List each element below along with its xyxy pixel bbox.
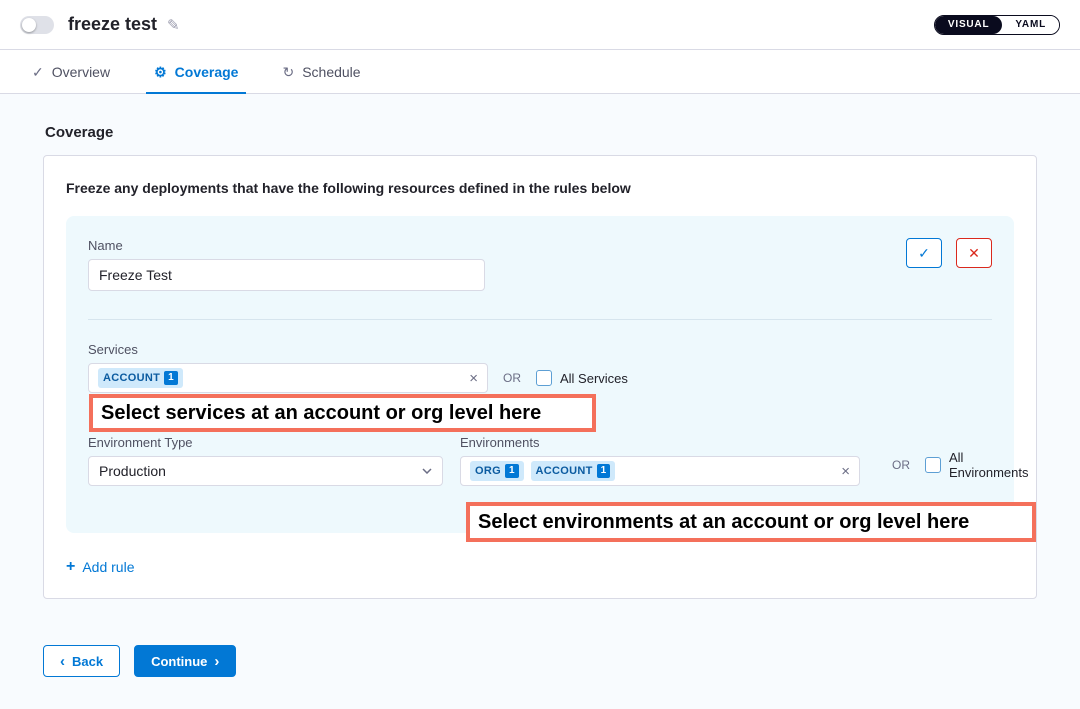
yaml-view-button[interactable]: YAML — [1002, 16, 1059, 34]
rule-name-input[interactable] — [88, 259, 485, 291]
services-label: Services — [88, 342, 992, 357]
tag-count-badge: 1 — [597, 464, 611, 478]
tag-count-badge: 1 — [164, 371, 178, 385]
environment-tag-account[interactable]: ACCOUNT 1 — [531, 461, 616, 481]
add-rule-label: Add rule — [82, 559, 134, 575]
tab-coverage[interactable]: ⚙ Coverage — [154, 50, 238, 93]
close-icon: ✕ — [968, 245, 980, 262]
chevron-left-icon: ‹ — [60, 654, 65, 669]
tab-overview-label: Overview — [52, 64, 110, 80]
environments-annotation: Select environments at an account or org… — [466, 502, 1036, 542]
tag-label: ACCOUNT — [536, 465, 593, 477]
tag-count-badge: 1 — [505, 464, 519, 478]
chevron-down-icon — [422, 468, 432, 474]
chevron-right-icon: › — [214, 654, 219, 669]
or-label: OR — [503, 371, 521, 385]
check-icon: ✓ — [32, 65, 44, 79]
card-heading: Freeze any deployments that have the fol… — [66, 180, 1014, 196]
freeze-enabled-toggle[interactable] — [20, 16, 54, 34]
continue-label: Continue — [151, 654, 207, 669]
visual-yaml-toggle: VISUAL YAML — [934, 15, 1060, 35]
back-label: Back — [72, 654, 103, 669]
back-button[interactable]: ‹ Back — [43, 645, 120, 677]
tab-schedule[interactable]: ↻ Schedule — [282, 50, 360, 93]
freeze-studio-page: freeze test ✎ VISUAL YAML ✓ Overview ⚙ C… — [0, 0, 1080, 709]
or-label: OR — [892, 458, 910, 472]
tag-label: ORG — [475, 465, 501, 477]
coverage-card: Freeze any deployments that have the fol… — [43, 155, 1037, 599]
top-bar: freeze test ✎ VISUAL YAML — [0, 0, 1080, 50]
add-rule-button[interactable]: + Add rule — [66, 559, 135, 575]
confirm-rule-button[interactable]: ✓ — [906, 238, 942, 268]
edit-title-icon[interactable]: ✎ — [167, 16, 180, 34]
section-title: Coverage — [45, 124, 1037, 141]
footer-actions: ‹ Back Continue › — [43, 645, 1037, 677]
rule-editor-panel: Name ✓ ✕ Services — [66, 216, 1014, 533]
coverage-content: Coverage Freeze any deployments that hav… — [0, 94, 1080, 709]
all-services-label: All Services — [560, 371, 628, 386]
environment-tag-org[interactable]: ORG 1 — [470, 461, 524, 481]
services-multiselect[interactable]: ACCOUNT 1 × — [88, 363, 488, 393]
environments-multiselect[interactable]: ORG 1 ACCOUNT 1 × — [460, 456, 860, 486]
all-services-checkbox[interactable] — [536, 370, 552, 386]
schedule-icon: ↻ — [282, 65, 294, 79]
name-label: Name — [88, 238, 485, 253]
gear-icon: ⚙ — [154, 65, 167, 79]
tab-overview[interactable]: ✓ Overview — [32, 50, 110, 93]
tag-label: ACCOUNT — [103, 372, 160, 384]
clear-environments-icon[interactable]: × — [841, 464, 850, 479]
rule-divider — [88, 319, 992, 320]
plus-icon: + — [66, 559, 75, 575]
services-annotation: Select services at an account or org lev… — [89, 394, 596, 432]
all-environments-checkbox[interactable] — [925, 457, 941, 473]
environments-label: Environments — [460, 435, 860, 450]
check-icon: ✓ — [918, 245, 930, 262]
tab-coverage-label: Coverage — [175, 64, 239, 80]
continue-button[interactable]: Continue › — [134, 645, 236, 677]
toggle-knob — [22, 18, 36, 32]
page-title: freeze test — [68, 14, 157, 35]
environment-type-label: Environment Type — [88, 435, 443, 450]
service-tag-account[interactable]: ACCOUNT 1 — [98, 368, 183, 388]
studio-tabs: ✓ Overview ⚙ Coverage ↻ Schedule — [0, 50, 1080, 94]
tab-schedule-label: Schedule — [302, 64, 360, 80]
environment-type-value: Production — [99, 463, 166, 479]
environment-type-select[interactable]: Production — [88, 456, 443, 486]
visual-view-button[interactable]: VISUAL — [935, 16, 1002, 34]
clear-services-icon[interactable]: × — [469, 371, 478, 386]
delete-rule-button[interactable]: ✕ — [956, 238, 992, 268]
all-environments-label: All Environments — [949, 450, 1028, 480]
